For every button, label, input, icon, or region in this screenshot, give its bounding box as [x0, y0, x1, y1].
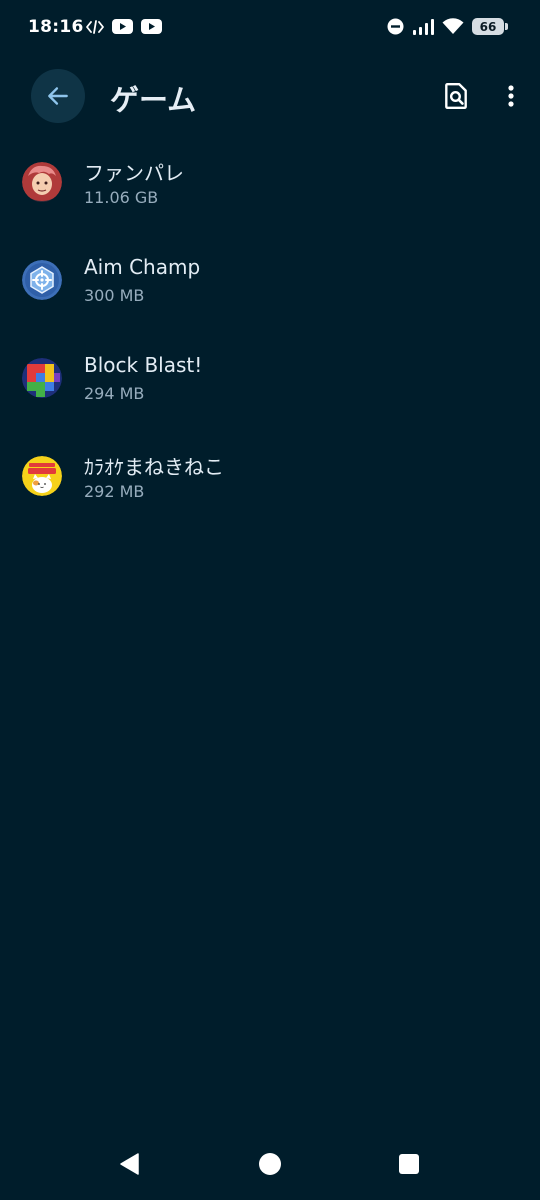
battery-level: 66 — [479, 19, 497, 34]
youtube-icon — [141, 19, 162, 34]
dnd-icon — [387, 18, 404, 35]
app-size: 294 MB — [84, 384, 145, 403]
top-app-bar: ゲーム — [0, 68, 540, 124]
document-search-icon — [445, 82, 467, 110]
list-item-fanpare[interactable]: ファンパレ 11.06 GB — [0, 148, 540, 246]
wifi-icon — [442, 18, 464, 34]
app-name: ファンパレ — [84, 161, 184, 185]
app-size: 292 MB — [84, 482, 145, 501]
status-bar: 18:16 66 — [0, 0, 540, 60]
app-name: Aim Champ — [84, 255, 201, 279]
signal-icon — [413, 18, 434, 35]
fanpare-app-icon — [22, 162, 62, 202]
page-title: ゲーム — [110, 83, 197, 117]
status-notification-icons — [86, 19, 162, 34]
navigation-bar — [0, 1136, 540, 1200]
nav-home-icon[interactable] — [258, 1152, 282, 1176]
arrow-back-icon — [48, 87, 68, 105]
status-time: 18:16 — [28, 17, 84, 37]
list-item-aim-champ[interactable]: Aim Champ 300 MB — [0, 246, 540, 344]
status-system-icons: 66 — [387, 18, 508, 35]
nav-back-icon[interactable] — [118, 1152, 142, 1176]
back-button[interactable] — [31, 69, 85, 123]
block-blast-app-icon — [22, 358, 62, 398]
app-size: 300 MB — [84, 286, 145, 305]
app-list: ファンパレ 11.06 GB Aim Champ 300 MB Block Bl… — [0, 148, 540, 540]
app-name: ｶﾗｵｹまねきねこ — [84, 455, 224, 479]
nav-recents-icon[interactable] — [398, 1153, 420, 1175]
youtube-icon — [112, 19, 133, 34]
battery-icon: 66 — [472, 18, 508, 35]
list-item-block-blast[interactable]: Block Blast! 294 MB — [0, 344, 540, 442]
list-item-karaoke-maneki-neko[interactable]: ｶﾗｵｹまねきねこ 292 MB — [0, 442, 540, 540]
karaoke-maneki-neko-app-icon — [22, 456, 62, 496]
more-options-button[interactable] — [496, 80, 526, 112]
code-icon — [86, 19, 104, 34]
app-name: Block Blast! — [84, 353, 203, 377]
app-size: 11.06 GB — [84, 188, 159, 207]
more-vert-icon — [508, 85, 514, 107]
aim-champ-app-icon — [22, 260, 62, 300]
search-files-button[interactable] — [440, 80, 472, 112]
